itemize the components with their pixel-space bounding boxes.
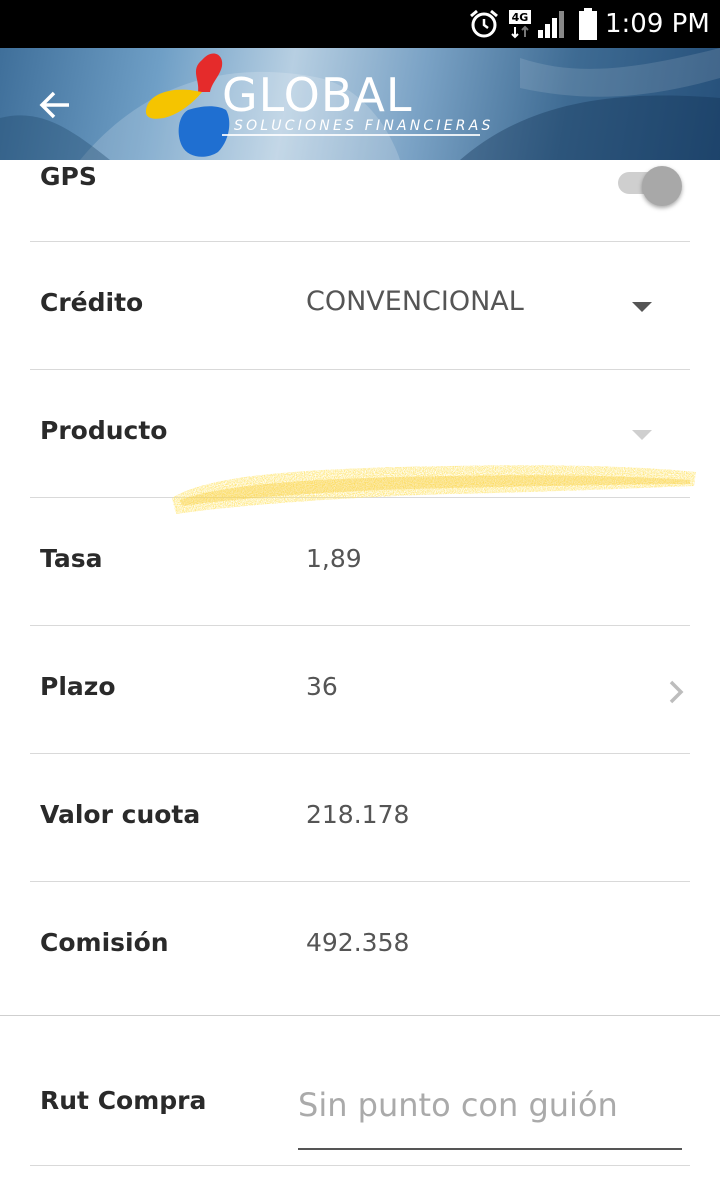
toggle-thumb [642, 166, 682, 206]
comision-row: Comisión 492.358 [30, 882, 690, 1016]
brand-name: GLOBAL [222, 68, 413, 122]
rut-compra-input[interactable] [298, 1072, 682, 1150]
valor-cuota-value: 218.178 [306, 800, 410, 829]
chevron-right-icon [669, 680, 684, 704]
arrow-left-icon [39, 91, 69, 119]
credito-value: CONVENCIONAL [306, 286, 524, 317]
tasa-row: Tasa 1,89 [30, 498, 690, 626]
battery-icon [579, 8, 597, 40]
signal-icon [538, 11, 564, 38]
rut-compra-label: Rut Compra [40, 1086, 207, 1115]
credito-select[interactable]: Crédito CONVENCIONAL [30, 242, 690, 370]
tasa-value: 1,89 [306, 544, 362, 573]
credito-label: Crédito [40, 288, 144, 317]
network-4g-icon: 4G [509, 10, 531, 39]
valor-cuota-row: Valor cuota 218.178 [30, 754, 690, 882]
gps-label: GPS [40, 162, 97, 191]
producto-label: Producto [40, 416, 168, 445]
plazo-row[interactable]: Plazo 36 [30, 626, 690, 754]
gps-row: GPS [30, 160, 690, 242]
status-time: 1:09 PM [605, 9, 710, 39]
brand-tagline: SOLUCIONES FINANCIERAS [234, 118, 494, 134]
plazo-label: Plazo [40, 672, 116, 701]
plazo-value: 36 [306, 672, 338, 701]
producto-select[interactable]: Producto [30, 370, 696, 514]
dropdown-caret-icon [632, 430, 652, 440]
back-button[interactable] [30, 80, 80, 130]
status-bar: 4G 1:09 PM [0, 0, 720, 48]
tasa-label: Tasa [40, 544, 103, 573]
network-label: 4G [512, 11, 529, 24]
rut-compra-row: Rut Compra [30, 1016, 690, 1166]
valor-cuota-label: Valor cuota [40, 800, 201, 829]
gps-toggle[interactable] [618, 166, 682, 206]
dropdown-caret-icon [632, 302, 652, 312]
alarm-icon [470, 9, 498, 38]
comision-label: Comisión [40, 928, 169, 957]
comision-value: 492.358 [306, 928, 410, 957]
app-header: GLOBAL SOLUCIONES FINANCIERAS [0, 48, 720, 160]
brand-underline [222, 134, 480, 136]
